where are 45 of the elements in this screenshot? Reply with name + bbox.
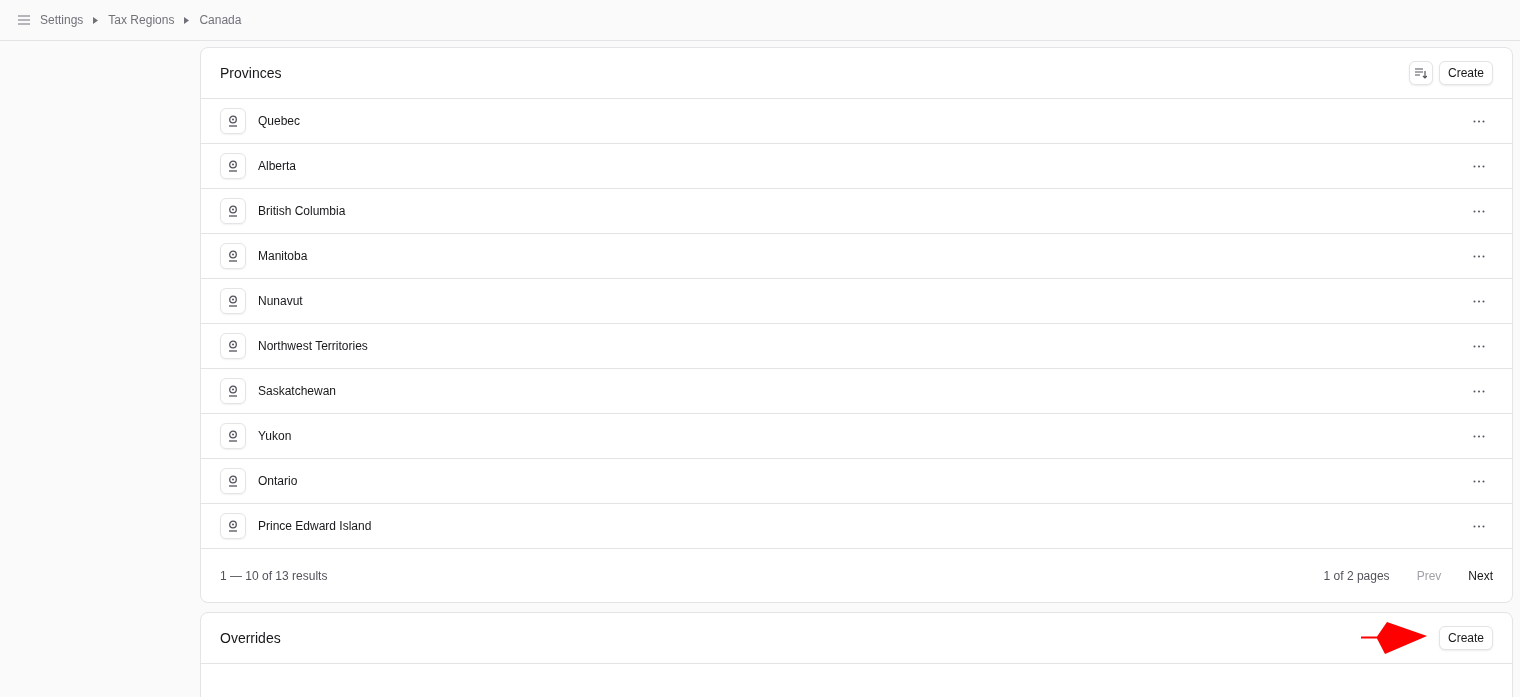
map-pin-icon	[227, 160, 239, 172]
province-name[interactable]: Ontario	[258, 474, 1453, 488]
province-name[interactable]: Manitoba	[258, 249, 1453, 263]
map-pin-icon	[227, 475, 239, 487]
create-button[interactable]: Create	[1438, 61, 1493, 85]
more-icon	[1473, 389, 1485, 393]
province-name[interactable]: British Columbia	[258, 204, 1453, 218]
more-icon	[1473, 164, 1485, 168]
province-name[interactable]: Nunavut	[258, 294, 1453, 308]
province-name[interactable]: Saskatchewan	[258, 384, 1453, 398]
map-pin-icon	[227, 115, 239, 127]
map-pin-icon	[227, 205, 239, 217]
breadcrumb-item[interactable]: Canada	[199, 13, 242, 27]
province-name[interactable]: Prince Edward Island	[258, 519, 1453, 533]
results-count: 1 — 10 of 13 results	[220, 568, 329, 583]
menu-icon[interactable]	[18, 15, 30, 25]
more-icon	[1473, 479, 1485, 483]
province-name[interactable]: Alberta	[258, 159, 1453, 173]
caret-icon	[93, 16, 99, 24]
more-icon	[1473, 299, 1485, 303]
create-button[interactable]: Create	[1438, 626, 1493, 650]
map-pin-icon	[227, 295, 239, 307]
province-name[interactable]: Yukon	[258, 429, 1453, 443]
province-name[interactable]: Quebec	[258, 114, 1453, 128]
page-count: 1 of 2 pages	[1323, 568, 1390, 583]
more-icon	[1473, 209, 1485, 213]
map-pin-icon	[227, 430, 239, 442]
map-pin-icon	[227, 250, 239, 262]
more-icon	[1473, 524, 1485, 528]
caret-icon	[184, 16, 190, 24]
sort-button[interactable]	[1408, 61, 1433, 85]
more-icon	[1473, 434, 1485, 438]
more-icon	[1473, 119, 1485, 123]
more-icon	[1473, 344, 1485, 348]
breadcrumb-item[interactable]: Tax Regions	[108, 13, 175, 27]
more-icon	[1473, 254, 1485, 258]
map-pin-icon	[227, 385, 239, 397]
breadcrumb-item[interactable]: Settings	[40, 13, 84, 27]
next-button[interactable]: Next	[1468, 568, 1493, 583]
sort-icon	[1414, 67, 1427, 79]
card-title: Provinces	[220, 65, 283, 81]
map-pin-icon	[227, 340, 239, 352]
card-title: Overrides	[220, 630, 282, 646]
province-name[interactable]: Northwest Territories	[258, 339, 1453, 353]
map-pin-icon	[227, 520, 239, 532]
